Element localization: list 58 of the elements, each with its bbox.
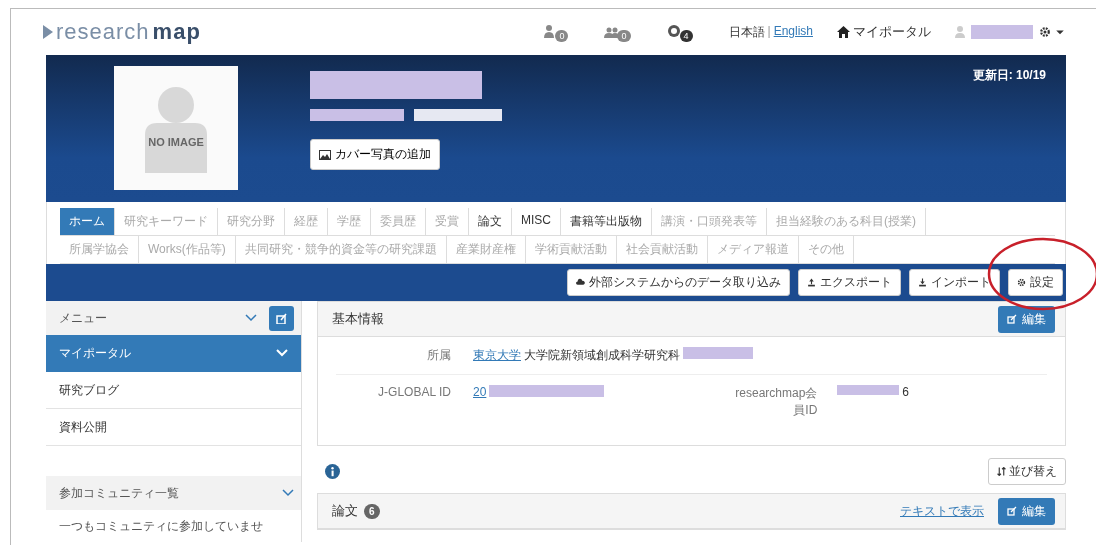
sidebar-item[interactable]: 資料公開 bbox=[46, 409, 301, 446]
chevron-icon bbox=[282, 489, 294, 497]
language-link[interactable]: 日本語 bbox=[728, 23, 765, 41]
action-button[interactable]: 設定 bbox=[1008, 269, 1063, 296]
action-button[interactable]: インポート bbox=[909, 269, 1000, 296]
notification-count: 0 bbox=[617, 30, 631, 42]
redaction-block bbox=[683, 347, 753, 359]
panel-title: 基本情報 bbox=[332, 310, 384, 328]
language-link[interactable]: English bbox=[773, 23, 813, 41]
edit-icon bbox=[276, 312, 287, 324]
jglobal-link[interactable]: 20 bbox=[473, 385, 487, 399]
section-tab[interactable]: ホーム bbox=[60, 208, 115, 235]
chevron-icon bbox=[245, 314, 257, 322]
field-label: researchmap会員ID bbox=[734, 385, 818, 419]
download-icon bbox=[918, 278, 927, 287]
edit-button[interactable]: 編集 bbox=[998, 497, 1055, 525]
action-button[interactable]: エクスポート bbox=[798, 269, 901, 296]
update-date: 更新日: 10/19 bbox=[972, 67, 1046, 84]
settings-icon bbox=[1039, 26, 1051, 38]
edit-button[interactable] bbox=[269, 305, 294, 331]
image-icon bbox=[319, 149, 331, 160]
count-badge: 6 bbox=[364, 503, 380, 519]
menu-header[interactable]: メニュー bbox=[46, 301, 301, 335]
edit-icon bbox=[1007, 506, 1017, 516]
action-button[interactable]: 外部システムからのデータ取り込み bbox=[567, 269, 790, 296]
panel-title: 論文 bbox=[332, 502, 358, 520]
affiliation-link[interactable]: 東京大学 bbox=[473, 347, 521, 364]
info-icon bbox=[325, 464, 340, 479]
separator-label: | bbox=[767, 23, 771, 40]
sort-button[interactable]: 並び替え bbox=[988, 458, 1066, 485]
field-label: 所属 bbox=[426, 347, 451, 364]
upload-icon bbox=[807, 278, 816, 287]
sidebar-item[interactable]: マイポータル bbox=[46, 335, 301, 372]
member-id: 6 bbox=[902, 385, 910, 399]
edit-button[interactable]: 編集 bbox=[998, 305, 1055, 333]
community-message: 一つもコミュニティに参加していませ bbox=[58, 518, 264, 535]
sort-icon bbox=[997, 467, 1006, 476]
community-header[interactable]: 参加コミュニティ一覧 bbox=[46, 476, 301, 510]
sidebar-item[interactable]: 研究ブログ bbox=[46, 372, 301, 409]
notification-count: 4 bbox=[679, 30, 693, 42]
affiliation-text: 大学院新領域創成科学研究科 bbox=[524, 347, 680, 364]
text-view-link[interactable]: テキストで表示 bbox=[900, 502, 984, 520]
triangle-icon bbox=[43, 25, 53, 39]
cloud-icon bbox=[576, 278, 585, 287]
cover-photo-button[interactable]: カバー写真の追加 bbox=[310, 139, 440, 170]
redaction-block bbox=[837, 385, 900, 395]
redaction-block bbox=[971, 25, 1033, 39]
home-icon bbox=[837, 26, 850, 38]
no-image-label: NO IMAGE bbox=[147, 136, 205, 148]
user-icon bbox=[955, 26, 965, 38]
community-title: 参加コミュニティ一覧 bbox=[59, 484, 179, 502]
menu-title: メニュー bbox=[59, 309, 107, 327]
logo[interactable]: research map bbox=[43, 19, 201, 45]
edit-icon bbox=[1007, 314, 1017, 324]
portal-link[interactable]: マイポータル bbox=[837, 23, 931, 41]
chevron-icon bbox=[276, 349, 288, 357]
settings-icon bbox=[1017, 278, 1026, 287]
field-label: J-GLOBAL ID bbox=[377, 385, 451, 401]
